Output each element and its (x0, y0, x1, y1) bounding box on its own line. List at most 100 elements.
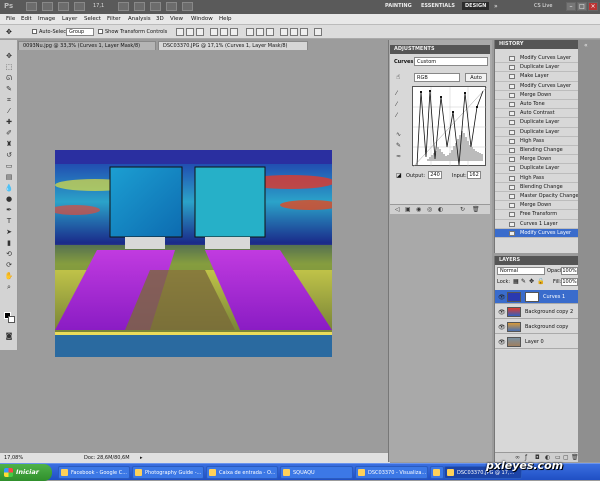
history-item[interactable]: Auto Tone (495, 100, 579, 110)
reset-icon[interactable]: ↻ (460, 206, 467, 213)
auto-select-checkbox[interactable] (32, 29, 37, 34)
history-item[interactable]: Duplicate Layer (495, 164, 579, 174)
quick-mask-icon[interactable]: ◙ (3, 332, 15, 341)
layers-title[interactable]: LAYERS (495, 256, 578, 265)
menu-file[interactable]: File (6, 16, 15, 22)
view-extras-button[interactable] (58, 2, 69, 11)
align-vcenter-icon[interactable] (186, 28, 194, 36)
tab-document-1[interactable]: 0093Nu.jpg @ 33,3% (Curves 1, Layer Mask… (18, 41, 156, 50)
quick-select-tool-icon[interactable]: ✎ (3, 85, 15, 94)
background-color-swatch[interactable] (8, 316, 15, 323)
history-item[interactable]: High Pass (495, 137, 579, 146)
layer-thumbnail[interactable] (507, 322, 521, 332)
curves-preset-dropdown[interactable]: Custom (414, 57, 488, 66)
menu-3d[interactable]: 3D (156, 16, 164, 22)
align-right-icon[interactable] (230, 28, 238, 36)
lasso-tool-icon[interactable]: ᘏ (3, 74, 15, 83)
layer-visibility-eye-icon[interactable]: 👁 (498, 309, 506, 316)
lock-position-icon[interactable]: ✥ (529, 278, 534, 285)
layer-thumbnail[interactable] (507, 307, 521, 317)
shape-tool-icon[interactable]: ▮ (3, 239, 15, 248)
cs-live-button[interactable]: CS Live (534, 3, 552, 9)
menu-edit[interactable]: Edit (21, 16, 32, 22)
eyedropper-tool-icon[interactable]: ⁄ (3, 107, 15, 116)
history-item[interactable]: Merge Down (495, 201, 579, 211)
auto-align-icon[interactable] (314, 28, 322, 36)
arrange-documents-button[interactable] (166, 2, 177, 11)
gray-eyedropper-icon[interactable]: ⁄ (396, 101, 403, 108)
channel-dropdown[interactable]: RGB (414, 73, 460, 82)
history-title[interactable]: HISTORY (495, 40, 578, 49)
blur-tool-icon[interactable]: 💧 (3, 184, 15, 193)
layer-row[interactable]: 👁 Layer 0 (495, 335, 579, 349)
new-layer-icon[interactable]: ▢ (563, 454, 570, 461)
taskbar-button[interactable] (430, 466, 444, 479)
document-image[interactable] (55, 150, 332, 357)
workspace-essentials[interactable]: ESSENTIALS (421, 3, 455, 9)
maximize-button[interactable]: □ (577, 2, 587, 11)
layer-mask-thumbnail[interactable] (525, 292, 539, 302)
move-tool-preset-icon[interactable]: ✥ (6, 28, 12, 36)
menu-window[interactable]: Window (191, 16, 213, 22)
history-item[interactable]: Merge Down (495, 155, 579, 165)
distribute-right-icon[interactable] (300, 28, 308, 36)
tab-document-2[interactable]: DSC03370.JPG @ 17,1% (Curves 1, Layer Ma… (158, 41, 308, 50)
bridge-button[interactable] (26, 2, 37, 11)
show-transform-checkbox[interactable] (98, 29, 103, 34)
history-item[interactable]: Make Layer (495, 72, 579, 82)
screen-mode-button[interactable] (182, 2, 193, 11)
hand-tool-button[interactable] (118, 2, 129, 11)
clone-stamp-tool-icon[interactable]: ♜ (3, 140, 15, 149)
history-item[interactable]: Master Opacity Change (495, 192, 579, 202)
layer-row[interactable]: 👁 Background copy 2 (495, 305, 579, 319)
history-item[interactable]: Merge Down (495, 91, 579, 100)
minimize-button[interactable]: – (566, 2, 576, 11)
type-tool-icon[interactable]: T (3, 217, 15, 226)
smooth-curve-icon[interactable]: ≈ (396, 153, 403, 160)
taskbar-button[interactable]: DSC03370 - Visualiza... (355, 466, 428, 479)
lock-all-icon[interactable]: 🔒 (537, 278, 544, 285)
history-item[interactable]: Curves 1 Layer (495, 220, 579, 229)
close-button[interactable]: × (588, 2, 598, 11)
history-item[interactable]: Modify Curves Layer (495, 228, 579, 238)
history-item[interactable]: Blending Change (495, 146, 579, 156)
blend-mode-dropdown[interactable]: Normal (497, 267, 545, 275)
layer-thumbnail[interactable] (507, 292, 521, 302)
visibility-icon[interactable]: ◎ (427, 206, 434, 213)
history-item[interactable]: Duplicate Layer (495, 128, 579, 137)
zoom-readout[interactable]: 17,08% (4, 455, 23, 461)
3d-rotate-tool-icon[interactable]: ⟲ (3, 250, 15, 259)
history-item[interactable]: High Pass (495, 174, 579, 183)
zoom-tool-button[interactable] (134, 2, 145, 11)
eraser-tool-icon[interactable]: ▭ (3, 162, 15, 171)
clip-to-layer-icon[interactable]: ◉ (416, 206, 423, 213)
layer-name[interactable]: Background copy 2 (525, 309, 573, 315)
brush-tool-icon[interactable]: ✐ (3, 129, 15, 138)
gradient-tool-icon[interactable]: ▤ (3, 173, 15, 182)
menu-analysis[interactable]: Analysis (128, 16, 151, 22)
taskbar-button[interactable]: Caixa de entrada - O... (206, 466, 278, 479)
hand-tool-icon[interactable]: ✋ (3, 272, 15, 281)
opacity-field[interactable]: 100% (561, 267, 578, 275)
distribute-top-icon[interactable] (246, 28, 254, 36)
align-hcenter-icon[interactable] (220, 28, 228, 36)
workspace-painting[interactable]: PAINTING (385, 3, 412, 9)
black-eyedropper-icon[interactable]: ⁄ (396, 90, 403, 97)
auto-button[interactable]: Auto (465, 73, 487, 82)
history-item[interactable]: Blending Change (495, 183, 579, 192)
healing-brush-tool-icon[interactable]: ✚ (3, 118, 15, 127)
taskbar-button[interactable]: Photography Guide -... (132, 466, 204, 479)
zoom-tool-icon[interactable]: ⌕ (3, 283, 15, 292)
zoom-level-button[interactable] (74, 2, 85, 11)
menu-help[interactable]: Help (219, 16, 232, 22)
menu-image[interactable]: Image (38, 16, 55, 22)
layer-name[interactable]: Background copy (525, 324, 568, 330)
layer-visibility-eye-icon[interactable]: 👁 (498, 324, 506, 331)
history-brush-tool-icon[interactable]: ↺ (3, 151, 15, 160)
move-tool-icon[interactable]: ✥ (3, 52, 15, 61)
distribute-hcenter-icon[interactable] (290, 28, 298, 36)
history-item[interactable]: Auto Contrast (495, 109, 579, 119)
delete-adjustment-icon[interactable]: 🗑 (472, 206, 480, 213)
distribute-vcenter-icon[interactable] (256, 28, 264, 36)
status-menu-arrow-icon[interactable]: ▸ (140, 455, 143, 461)
